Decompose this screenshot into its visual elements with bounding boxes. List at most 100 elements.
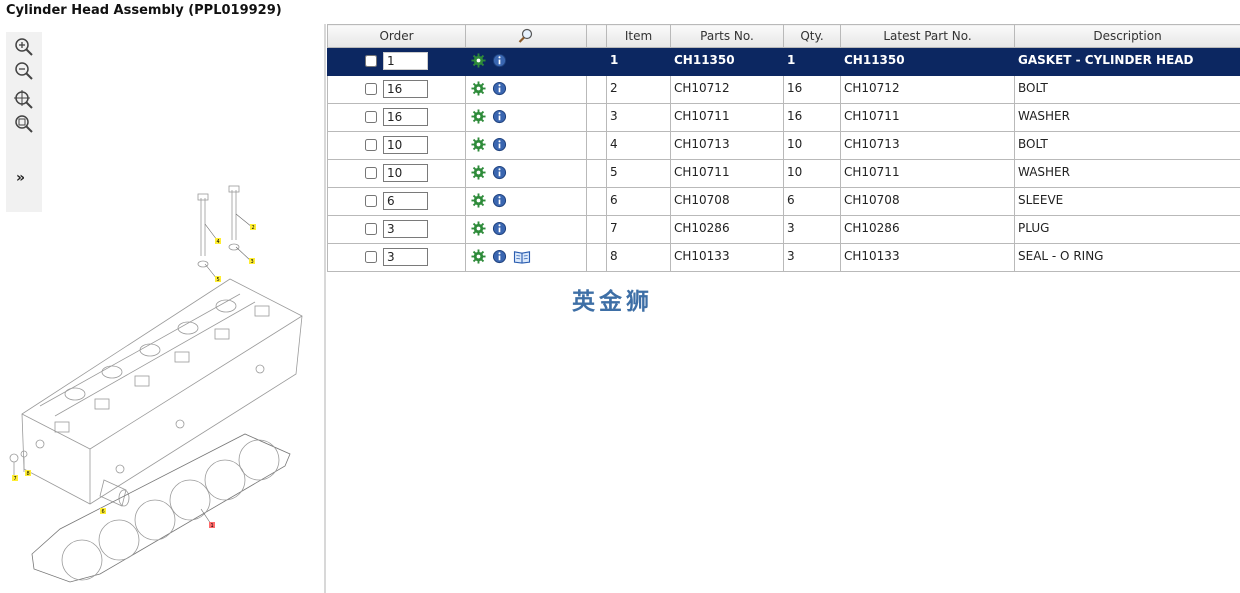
row-actions-cell <box>465 103 587 132</box>
callout-4[interactable]: 4 <box>217 239 220 245</box>
order-cell <box>327 159 466 188</box>
item-cell: 2 <box>606 75 671 104</box>
info-icon[interactable] <box>492 81 507 96</box>
callout-3[interactable]: 3 <box>251 259 254 265</box>
info-icon[interactable] <box>492 221 507 236</box>
col-header-search[interactable] <box>465 24 587 48</box>
latest-part-no-cell[interactable]: CH10712 <box>840 75 1015 104</box>
gear-icon[interactable] <box>471 81 486 96</box>
table-row[interactable]: 7CH102863CH10286PLUG <box>327 215 1240 244</box>
row-select-checkbox[interactable] <box>365 111 377 123</box>
latest-part-no-cell[interactable]: CH10286 <box>840 215 1015 244</box>
item-cell: 3 <box>606 103 671 132</box>
table-row[interactable]: 8CH101333CH10133SEAL - O RING <box>327 243 1240 272</box>
col-header-item[interactable]: Item <box>606 24 671 48</box>
row-actions-cell <box>465 75 587 104</box>
callout-5[interactable]: 5 <box>217 277 220 283</box>
order-qty-input[interactable] <box>383 192 428 210</box>
item-cell: 8 <box>606 243 671 272</box>
order-cell <box>327 75 466 104</box>
order-qty-input[interactable] <box>383 108 428 126</box>
col-header-order[interactable]: Order <box>327 24 466 48</box>
col-header-parts-no[interactable]: Parts No. <box>670 24 784 48</box>
latest-part-no-cell[interactable]: CH10711 <box>840 103 1015 132</box>
exploded-parts-diagram: 4 2 3 5 7 8 6 1 <box>9 185 303 583</box>
row-actions-cell <box>465 243 587 272</box>
callout-1[interactable]: 1 <box>211 523 214 529</box>
order-qty-input[interactable] <box>383 164 428 182</box>
col-header-qty[interactable]: Qty. <box>783 24 841 48</box>
info-icon[interactable] <box>492 193 507 208</box>
zoom-area-icon[interactable] <box>13 113 35 135</box>
latest-part-no-cell[interactable]: CH10133 <box>840 243 1015 272</box>
table-row[interactable]: 1CH113501CH11350GASKET - CYLINDER HEAD <box>327 47 1240 76</box>
callout-6[interactable]: 6 <box>102 509 105 515</box>
row-select-checkbox[interactable] <box>365 223 377 235</box>
parts-no-cell[interactable]: CH11350 <box>670 47 784 76</box>
parts-no-cell[interactable]: CH10711 <box>670 103 784 132</box>
parts-no-cell[interactable]: CH10133 <box>670 243 784 272</box>
zoom-out-icon[interactable] <box>13 60 35 82</box>
parts-no-cell[interactable]: CH10286 <box>670 215 784 244</box>
spacer-cell <box>586 131 607 160</box>
gear-icon[interactable] <box>471 53 486 68</box>
order-qty-input[interactable] <box>383 80 428 98</box>
parts-no-cell[interactable]: CH10712 <box>670 75 784 104</box>
info-icon[interactable] <box>492 137 507 152</box>
gear-icon[interactable] <box>471 137 486 152</box>
table-row[interactable]: 3CH1071116CH10711WASHER <box>327 103 1240 132</box>
order-qty-input[interactable] <box>383 220 428 238</box>
col-header-description[interactable]: Description <box>1014 24 1240 48</box>
col-header-latest-part-no[interactable]: Latest Part No. <box>840 24 1015 48</box>
gear-icon[interactable] <box>471 109 486 124</box>
callout-7[interactable]: 7 <box>14 476 17 482</box>
gear-icon[interactable] <box>471 249 486 264</box>
parts-no-cell[interactable]: CH10713 <box>670 131 784 160</box>
item-cell: 1 <box>606 47 671 76</box>
book-icon[interactable] <box>513 249 531 264</box>
row-select-checkbox[interactable] <box>365 251 377 263</box>
magnifier-icon[interactable] <box>518 28 534 44</box>
gear-icon[interactable] <box>471 193 486 208</box>
row-select-checkbox[interactable] <box>365 139 377 151</box>
order-qty-input[interactable] <box>383 52 428 70</box>
order-cell <box>327 47 466 76</box>
row-select-checkbox[interactable] <box>365 195 377 207</box>
spacer-cell <box>586 159 607 188</box>
item-cell: 4 <box>606 131 671 160</box>
zoom-fit-icon[interactable] <box>13 89 35 111</box>
info-icon[interactable] <box>492 109 507 124</box>
parts-no-cell[interactable]: CH10708 <box>670 187 784 216</box>
latest-part-no-cell[interactable]: CH10708 <box>840 187 1015 216</box>
table-row[interactable]: 4CH1071310CH10713BOLT <box>327 131 1240 160</box>
info-icon[interactable] <box>492 165 507 180</box>
row-select-checkbox[interactable] <box>365 55 377 67</box>
info-icon[interactable] <box>492 249 507 264</box>
callout-8[interactable]: 8 <box>27 471 30 477</box>
description-cell: WASHER <box>1014 159 1240 188</box>
parts-no-cell[interactable]: CH10711 <box>670 159 784 188</box>
latest-part-no-cell[interactable]: CH10711 <box>840 159 1015 188</box>
gear-icon[interactable] <box>471 221 486 236</box>
order-cell <box>327 103 466 132</box>
description-cell: SLEEVE <box>1014 187 1240 216</box>
latest-part-no-cell[interactable]: CH10713 <box>840 131 1015 160</box>
table-row[interactable]: 2CH1071216CH10712BOLT <box>327 75 1240 104</box>
item-cell: 6 <box>606 187 671 216</box>
gear-icon[interactable] <box>471 165 486 180</box>
item-cell: 5 <box>606 159 671 188</box>
spacer-cell <box>586 75 607 104</box>
page-title: Cylinder Head Assembly (PPL019929) <box>6 3 282 18</box>
order-qty-input[interactable] <box>383 136 428 154</box>
callout-2[interactable]: 2 <box>252 225 255 231</box>
table-header-row: Order Item Parts No. Qty. Latest Part No… <box>327 24 1240 48</box>
order-qty-input[interactable] <box>383 248 428 266</box>
latest-part-no-cell[interactable]: CH11350 <box>840 47 1015 76</box>
order-cell <box>327 215 466 244</box>
table-row[interactable]: 5CH1071110CH10711WASHER <box>327 159 1240 188</box>
row-select-checkbox[interactable] <box>365 83 377 95</box>
row-select-checkbox[interactable] <box>365 167 377 179</box>
info-icon[interactable] <box>492 53 507 68</box>
table-row[interactable]: 6CH107086CH10708SLEEVE <box>327 187 1240 216</box>
zoom-in-icon[interactable] <box>13 36 35 58</box>
